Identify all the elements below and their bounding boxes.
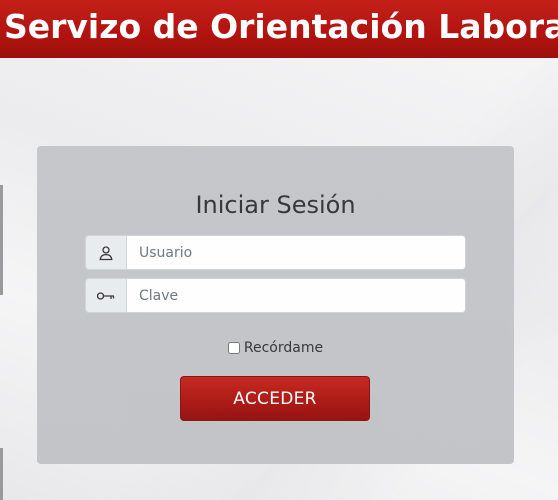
remember-checkbox[interactable] [227, 342, 240, 354]
site-header: Servizo de Orientación Laboral [0, 0, 558, 58]
background-edge-strip [0, 448, 3, 500]
site-title: Servizo de Orientación Laboral [4, 7, 558, 46]
key-icon [85, 278, 127, 313]
login-button[interactable]: ACCEDER [180, 376, 370, 421]
username-group [85, 235, 466, 270]
remember-me[interactable]: Recórdame [37, 340, 514, 356]
user-icon [85, 235, 127, 270]
password-input[interactable] [127, 278, 466, 313]
remember-label: Recórdame [243, 340, 324, 356]
login-panel: Iniciar Sesión Recórdame ACCEDER [37, 146, 514, 464]
login-title: Iniciar Sesión [195, 191, 356, 219]
username-input[interactable] [127, 235, 466, 270]
password-group [85, 278, 466, 313]
background-edge-strip [0, 185, 3, 295]
